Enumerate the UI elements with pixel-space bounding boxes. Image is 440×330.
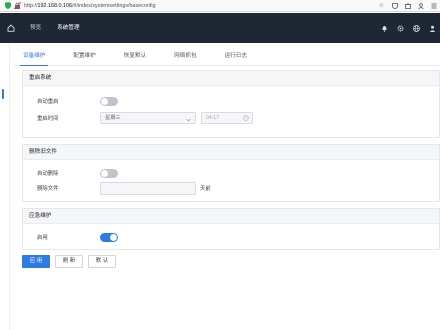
delete-files-label: 删除文件	[37, 186, 59, 192]
emergency-enable-row: 启用	[37, 231, 118, 243]
shield-icon[interactable]	[4, 2, 11, 9]
settings-icon[interactable]	[397, 24, 404, 32]
reboot-day-select[interactable]: 星期三	[100, 112, 196, 124]
menu-icon[interactable]	[430, 2, 437, 9]
nav-system-management[interactable]: 系统管理	[49, 13, 87, 43]
url-field[interactable]: http://192.168.0.106/#/index/systemsetti…	[24, 3, 156, 9]
tab-run-log[interactable]: 运行日志	[216, 46, 256, 65]
tab-device-maintenance[interactable]: 设备维护	[14, 46, 54, 66]
delete-old-files-section-title: 删除旧文件	[23, 145, 439, 160]
auto-delete-row: 自动删除	[37, 167, 118, 179]
auto-reboot-switch[interactable]	[100, 96, 118, 106]
reboot-time-label: 重启时间	[37, 116, 59, 122]
emergency-enable-label: 启用	[37, 235, 48, 241]
refresh-button[interactable]: 刷 新	[55, 255, 83, 268]
reboot-section: 重启系统 自动重启 重启时间 星期三 04:17	[22, 70, 440, 138]
chevron-down-icon	[186, 116, 191, 126]
emergency-section-title: 应急维护	[23, 209, 439, 224]
browser-address-bar: http://192.168.0.106/#/index/systemsetti…	[0, 0, 440, 12]
tab-bar: 设备维护 配置维护 恢复默认 网络抓包 运行日志	[14, 46, 440, 66]
auto-delete-switch[interactable]	[100, 168, 118, 178]
bookmark-star-icon[interactable]: ☆	[378, 2, 385, 9]
delete-old-files-section: 删除旧文件 自动删除 删除文件 天前	[22, 144, 440, 202]
url-host: 192.168.0.106	[37, 2, 72, 9]
user-icon[interactable]	[429, 25, 436, 32]
reboot-section-title: 重启系统	[23, 71, 439, 86]
emergency-enable-switch[interactable]	[100, 232, 118, 242]
left-sidebar	[0, 43, 10, 330]
tab-config-maintenance[interactable]: 配置维护	[64, 46, 104, 65]
days-ago-unit: 天前	[200, 186, 211, 192]
nav-preview[interactable]: 预览	[22, 13, 49, 43]
tab-restore-default[interactable]: 恢复默认	[115, 46, 155, 65]
clock-icon	[243, 115, 249, 125]
account-icon[interactable]	[417, 2, 424, 9]
emergency-section: 应急维护 启用	[22, 208, 440, 250]
sidebar-active-marker	[2, 89, 4, 99]
reboot-day-value: 星期三	[105, 115, 121, 121]
home-icon[interactable]	[0, 13, 22, 43]
reboot-time-placeholder: 04:17	[206, 115, 219, 121]
auto-reboot-row: 自动重启	[37, 95, 118, 107]
globe-icon[interactable]	[413, 24, 420, 32]
pocket-icon[interactable]	[391, 2, 398, 9]
insecure-lock-icon[interactable]	[13, 2, 21, 10]
url-scheme: http://	[24, 2, 38, 9]
action-buttons: 应 用 刷 新 默 认	[22, 255, 116, 268]
default-button[interactable]: 默 认	[88, 255, 116, 268]
delete-days-input[interactable]	[100, 181, 196, 195]
reboot-time-picker[interactable]: 04:17	[201, 112, 253, 124]
url-path: /#/index/systemsettings/baseconfig	[71, 2, 156, 9]
top-navigation: 预览 系统管理	[0, 13, 440, 43]
apply-button[interactable]: 应 用	[22, 255, 50, 268]
auto-reboot-label: 自动重启	[37, 99, 59, 105]
reboot-time-row: 重启时间 星期三 04:17	[37, 112, 253, 124]
extension-icon[interactable]	[404, 2, 411, 9]
tab-packet-capture[interactable]: 网络抓包	[165, 46, 205, 65]
auto-delete-label: 自动删除	[37, 171, 59, 177]
bell-icon[interactable]	[381, 25, 388, 32]
delete-files-row: 删除文件 天前	[37, 181, 211, 195]
